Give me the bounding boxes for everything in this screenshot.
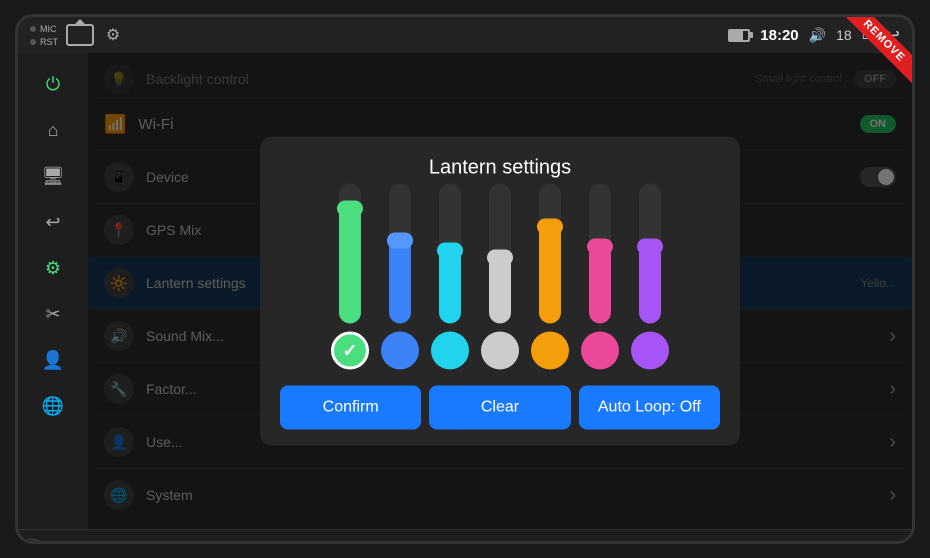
- slider-track-green[interactable]: [339, 184, 361, 324]
- lantern-modal: Lantern settings ✓: [260, 137, 740, 446]
- steering-icon: 🎮: [18, 538, 46, 545]
- status-dots: MIC RST: [30, 24, 58, 47]
- color-circle-green[interactable]: ✓: [331, 332, 369, 370]
- confirm-button[interactable]: Confirm: [280, 386, 421, 430]
- slider-col-pink: [581, 184, 619, 370]
- volume-icon: 🔊: [809, 27, 826, 44]
- color-circle-orange[interactable]: [531, 332, 569, 370]
- slider-track-white[interactable]: [489, 184, 511, 324]
- slider-track-pink[interactable]: [589, 184, 611, 324]
- bottom-bar: 🎮 Steering Wheel Setting ›: [18, 529, 912, 544]
- sidebar-item-home[interactable]: ⌂: [23, 109, 83, 151]
- remove-ribbon: REMOVE: [832, 17, 912, 97]
- battery-icon: [728, 29, 750, 42]
- status-bar: MIC RST ⚙ 18:20 🔊 18 ▭ ↩: [18, 17, 912, 53]
- checkmark-icon: ✓: [342, 340, 357, 361]
- status-left: MIC RST ⚙: [30, 24, 124, 47]
- remove-label: REMOVE: [842, 17, 912, 83]
- rst-dot: RST: [30, 37, 58, 47]
- settings-icon[interactable]: ⚙: [102, 24, 124, 46]
- slider-track-purple[interactable]: [639, 184, 661, 324]
- slider-col-white: [481, 184, 519, 370]
- color-circle-purple[interactable]: [631, 332, 669, 370]
- settings-panel: 💡 Backlight control Small light control …: [88, 53, 912, 529]
- color-circle-white[interactable]: [481, 332, 519, 370]
- slider-track-blue[interactable]: [389, 184, 411, 324]
- clear-button[interactable]: Clear: [429, 386, 570, 430]
- sidebar-item-display[interactable]: 🖥: [23, 155, 83, 197]
- steering-chevron: ›: [895, 540, 902, 544]
- status-time: 18:20: [760, 27, 798, 44]
- home-button[interactable]: [66, 24, 94, 46]
- slider-track-orange[interactable]: [539, 184, 561, 324]
- slider-col-green: ✓: [331, 184, 369, 370]
- color-circle-blue[interactable]: [381, 332, 419, 370]
- sidebar: ⏻ ⌂ 🖥 ↩ ⚙ ✂ 👤 🌐: [18, 53, 88, 529]
- auto-loop-button[interactable]: Auto Loop: Off: [579, 386, 720, 430]
- slider-col-blue: [381, 184, 419, 370]
- main-content: ⏻ ⌂ 🖥 ↩ ⚙ ✂ 👤 🌐 💡 Backlight control Smal…: [18, 53, 912, 529]
- sidebar-item-tools[interactable]: ✂: [23, 293, 83, 335]
- slider-track-cyan[interactable]: [439, 184, 461, 324]
- sidebar-item-back[interactable]: ↩: [23, 201, 83, 243]
- sidebar-item-user[interactable]: 👤: [23, 339, 83, 381]
- color-circle-cyan[interactable]: [431, 332, 469, 370]
- modal-buttons: Confirm Clear Auto Loop: Off: [280, 386, 720, 430]
- mic-dot: MIC: [30, 24, 58, 34]
- sidebar-item-globe[interactable]: 🌐: [23, 385, 83, 427]
- slider-col-purple: [631, 184, 669, 370]
- slider-col-cyan: [431, 184, 469, 370]
- sliders-row: ✓: [280, 200, 720, 370]
- slider-col-orange: [531, 184, 569, 370]
- sidebar-item-power[interactable]: ⏻: [23, 63, 83, 105]
- sidebar-item-settings[interactable]: ⚙: [23, 247, 83, 289]
- device-frame: REMOVE MIC RST ⚙ 18:20 🔊 18: [15, 14, 915, 544]
- color-circle-pink[interactable]: [581, 332, 619, 370]
- modal-title: Lantern settings: [280, 157, 720, 180]
